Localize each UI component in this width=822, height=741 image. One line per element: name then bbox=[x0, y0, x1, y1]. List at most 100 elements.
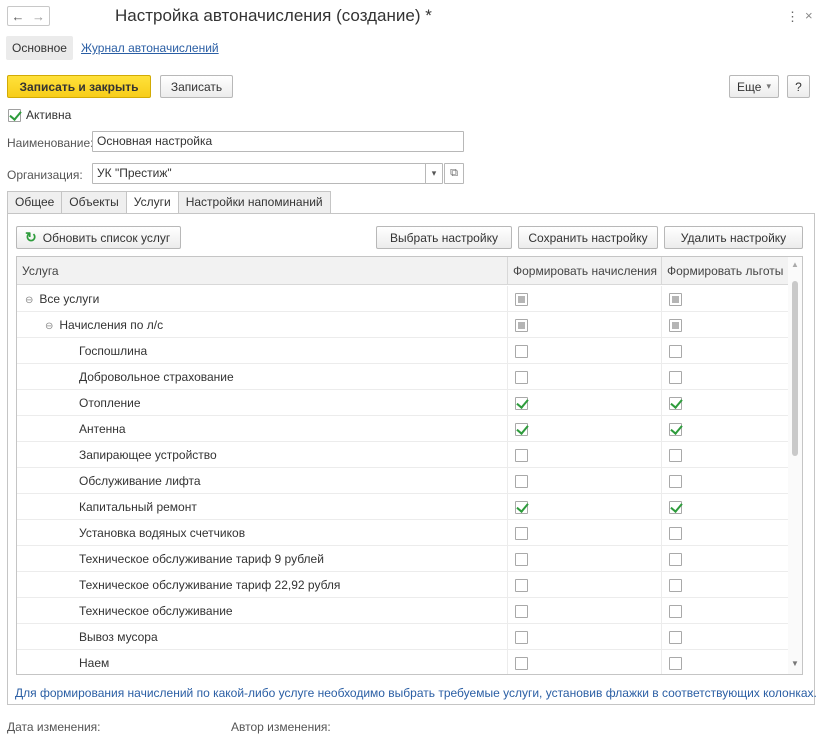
back-button[interactable]: ← bbox=[7, 6, 29, 26]
benefit-checkbox[interactable] bbox=[669, 319, 682, 333]
accrual-checkbox[interactable] bbox=[515, 553, 528, 567]
scroll-up-icon[interactable]: ▲ bbox=[791, 260, 799, 269]
journal-link[interactable]: Журнал автоначислений bbox=[81, 41, 219, 55]
tab-services[interactable]: Услуги bbox=[125, 191, 179, 214]
arrow-right-icon: → bbox=[32, 8, 45, 24]
benefit-checkbox[interactable] bbox=[669, 475, 682, 489]
benefit-checkbox[interactable] bbox=[669, 423, 682, 437]
changed-author-label: Автор изменения: bbox=[231, 720, 331, 734]
table-row[interactable]: Обслуживание лифта bbox=[17, 468, 788, 494]
collapse-icon[interactable]: ⊖ bbox=[25, 288, 33, 314]
accrual-checkbox[interactable] bbox=[515, 293, 528, 307]
accrual-checkbox[interactable] bbox=[515, 423, 528, 437]
accrual-cell bbox=[508, 286, 662, 312]
service-name-cell: Госпошлина bbox=[17, 338, 508, 364]
accrual-checkbox[interactable] bbox=[515, 397, 528, 411]
service-name: Антенна bbox=[79, 422, 126, 436]
service-name-cell: Капитальный ремонт bbox=[17, 494, 508, 520]
delete-setting-button[interactable]: Удалить настройку bbox=[664, 226, 803, 249]
save-setting-button[interactable]: Сохранить настройку bbox=[518, 226, 658, 249]
chevron-down-icon: ▾ bbox=[431, 168, 437, 178]
accrual-checkbox[interactable] bbox=[515, 475, 528, 489]
window-title: Настройка автоначисления (создание) * bbox=[115, 6, 432, 25]
table-row[interactable]: Техническое обслуживание тариф 9 рублей bbox=[17, 546, 788, 572]
name-input[interactable]: Основная настройка bbox=[92, 131, 464, 152]
table-row[interactable]: Отопление bbox=[17, 390, 788, 416]
help-button[interactable]: ? bbox=[787, 75, 810, 98]
benefit-checkbox[interactable] bbox=[669, 345, 682, 359]
tab-reminders[interactable]: Настройки напоминаний bbox=[177, 191, 331, 213]
table-row[interactable]: Установка водяных счетчиков bbox=[17, 520, 788, 546]
accrual-checkbox[interactable] bbox=[515, 449, 528, 463]
benefit-checkbox[interactable] bbox=[669, 501, 682, 515]
benefit-checkbox[interactable] bbox=[669, 657, 682, 671]
table-row[interactable]: Техническое обслуживание тариф 22,92 руб… bbox=[17, 572, 788, 598]
table-row[interactable]: ⊖ Все услуги bbox=[17, 286, 788, 312]
benefit-checkbox[interactable] bbox=[669, 579, 682, 593]
benefit-checkbox[interactable] bbox=[669, 527, 682, 541]
benefit-cell bbox=[662, 624, 788, 650]
vertical-scrollbar[interactable]: ▲ ▼ bbox=[788, 257, 802, 674]
table-row[interactable]: Запирающее устройство bbox=[17, 442, 788, 468]
table-row[interactable]: Капитальный ремонт bbox=[17, 494, 788, 520]
tab-objects[interactable]: Объекты bbox=[61, 191, 127, 213]
org-open-button[interactable]: ⧉ bbox=[444, 163, 464, 184]
table-row[interactable]: Антенна bbox=[17, 416, 788, 442]
benefit-checkbox[interactable] bbox=[669, 449, 682, 463]
active-checkbox[interactable] bbox=[8, 108, 21, 122]
refresh-services-button[interactable]: ↻ Обновить список услуг bbox=[16, 226, 181, 249]
benefit-checkbox[interactable] bbox=[669, 631, 682, 645]
column-header-benefit[interactable]: Формировать льготы bbox=[662, 257, 788, 285]
accrual-checkbox[interactable] bbox=[515, 345, 528, 359]
arrow-left-icon: ← bbox=[11, 8, 25, 24]
column-header-service[interactable]: Услуга bbox=[17, 257, 508, 285]
accrual-checkbox[interactable] bbox=[515, 371, 528, 385]
save-close-button[interactable]: Записать и закрыть bbox=[7, 75, 151, 98]
benefit-checkbox[interactable] bbox=[669, 397, 682, 411]
service-name: Вывоз мусора bbox=[79, 630, 158, 644]
scroll-thumb[interactable] bbox=[792, 281, 798, 456]
table-row[interactable]: Наем bbox=[17, 650, 788, 674]
open-icon: ⧉ bbox=[450, 167, 458, 179]
tab-general[interactable]: Общее bbox=[7, 191, 63, 213]
accrual-checkbox[interactable] bbox=[515, 631, 528, 645]
table-row[interactable]: ⊖ Начисления по л/с bbox=[17, 312, 788, 338]
accrual-checkbox[interactable] bbox=[515, 527, 528, 541]
more-label: Еще bbox=[737, 79, 762, 94]
service-name: Техническое обслуживание тариф 22,92 руб… bbox=[79, 578, 341, 592]
tab-main[interactable]: Основное bbox=[6, 36, 73, 60]
close-icon[interactable]: × bbox=[805, 8, 813, 23]
accrual-checkbox[interactable] bbox=[515, 657, 528, 671]
service-name-cell: Отопление bbox=[17, 390, 508, 416]
tab-strip: Общее Объекты Услуги Настройки напоминан… bbox=[7, 191, 331, 214]
benefit-checkbox[interactable] bbox=[669, 371, 682, 385]
accrual-checkbox[interactable] bbox=[515, 501, 528, 515]
benefit-checkbox[interactable] bbox=[669, 553, 682, 567]
accrual-checkbox[interactable] bbox=[515, 605, 528, 619]
scroll-down-icon[interactable]: ▼ bbox=[791, 659, 799, 668]
choose-setting-button[interactable]: Выбрать настройку bbox=[376, 226, 512, 249]
forward-button[interactable]: → bbox=[28, 6, 50, 26]
benefit-checkbox[interactable] bbox=[669, 293, 682, 307]
more-button[interactable]: Еще ▾ bbox=[729, 75, 779, 98]
benefit-checkbox[interactable] bbox=[669, 605, 682, 619]
save-button[interactable]: Записать bbox=[160, 75, 233, 98]
table-row[interactable]: Вывоз мусора bbox=[17, 624, 788, 650]
column-header-accrual[interactable]: Формировать начисления bbox=[508, 257, 662, 285]
collapse-icon[interactable]: ⊖ bbox=[45, 314, 53, 340]
accrual-cell bbox=[508, 650, 662, 674]
changed-date-label: Дата изменения: bbox=[7, 720, 101, 734]
chevron-down-icon: ▾ bbox=[766, 81, 771, 91]
accrual-cell bbox=[508, 390, 662, 416]
accrual-checkbox[interactable] bbox=[515, 579, 528, 593]
table-row[interactable]: Техническое обслуживание bbox=[17, 598, 788, 624]
benefit-cell bbox=[662, 572, 788, 598]
table-row[interactable]: Госпошлина bbox=[17, 338, 788, 364]
org-dropdown-button[interactable]: ▾ bbox=[425, 163, 443, 184]
service-name: Техническое обслуживание тариф 9 рублей bbox=[79, 552, 324, 566]
org-input[interactable]: УК "Престиж" bbox=[92, 163, 426, 184]
accrual-checkbox[interactable] bbox=[515, 319, 528, 333]
benefit-cell bbox=[662, 364, 788, 390]
table-row[interactable]: Добровольное страхование bbox=[17, 364, 788, 390]
more-actions-icon[interactable]: ⋮ bbox=[786, 9, 799, 25]
